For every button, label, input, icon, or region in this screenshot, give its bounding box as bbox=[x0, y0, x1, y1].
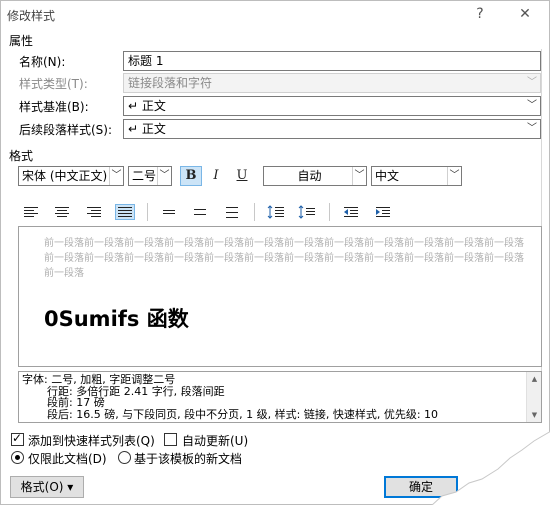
modify-style-dialog: 修改样式 ? ✕ 属性 名称(N): 标题 1 样式类型(T): 链接段落和字符… bbox=[0, 0, 550, 505]
torn-edge-decoration bbox=[431, 431, 550, 505]
